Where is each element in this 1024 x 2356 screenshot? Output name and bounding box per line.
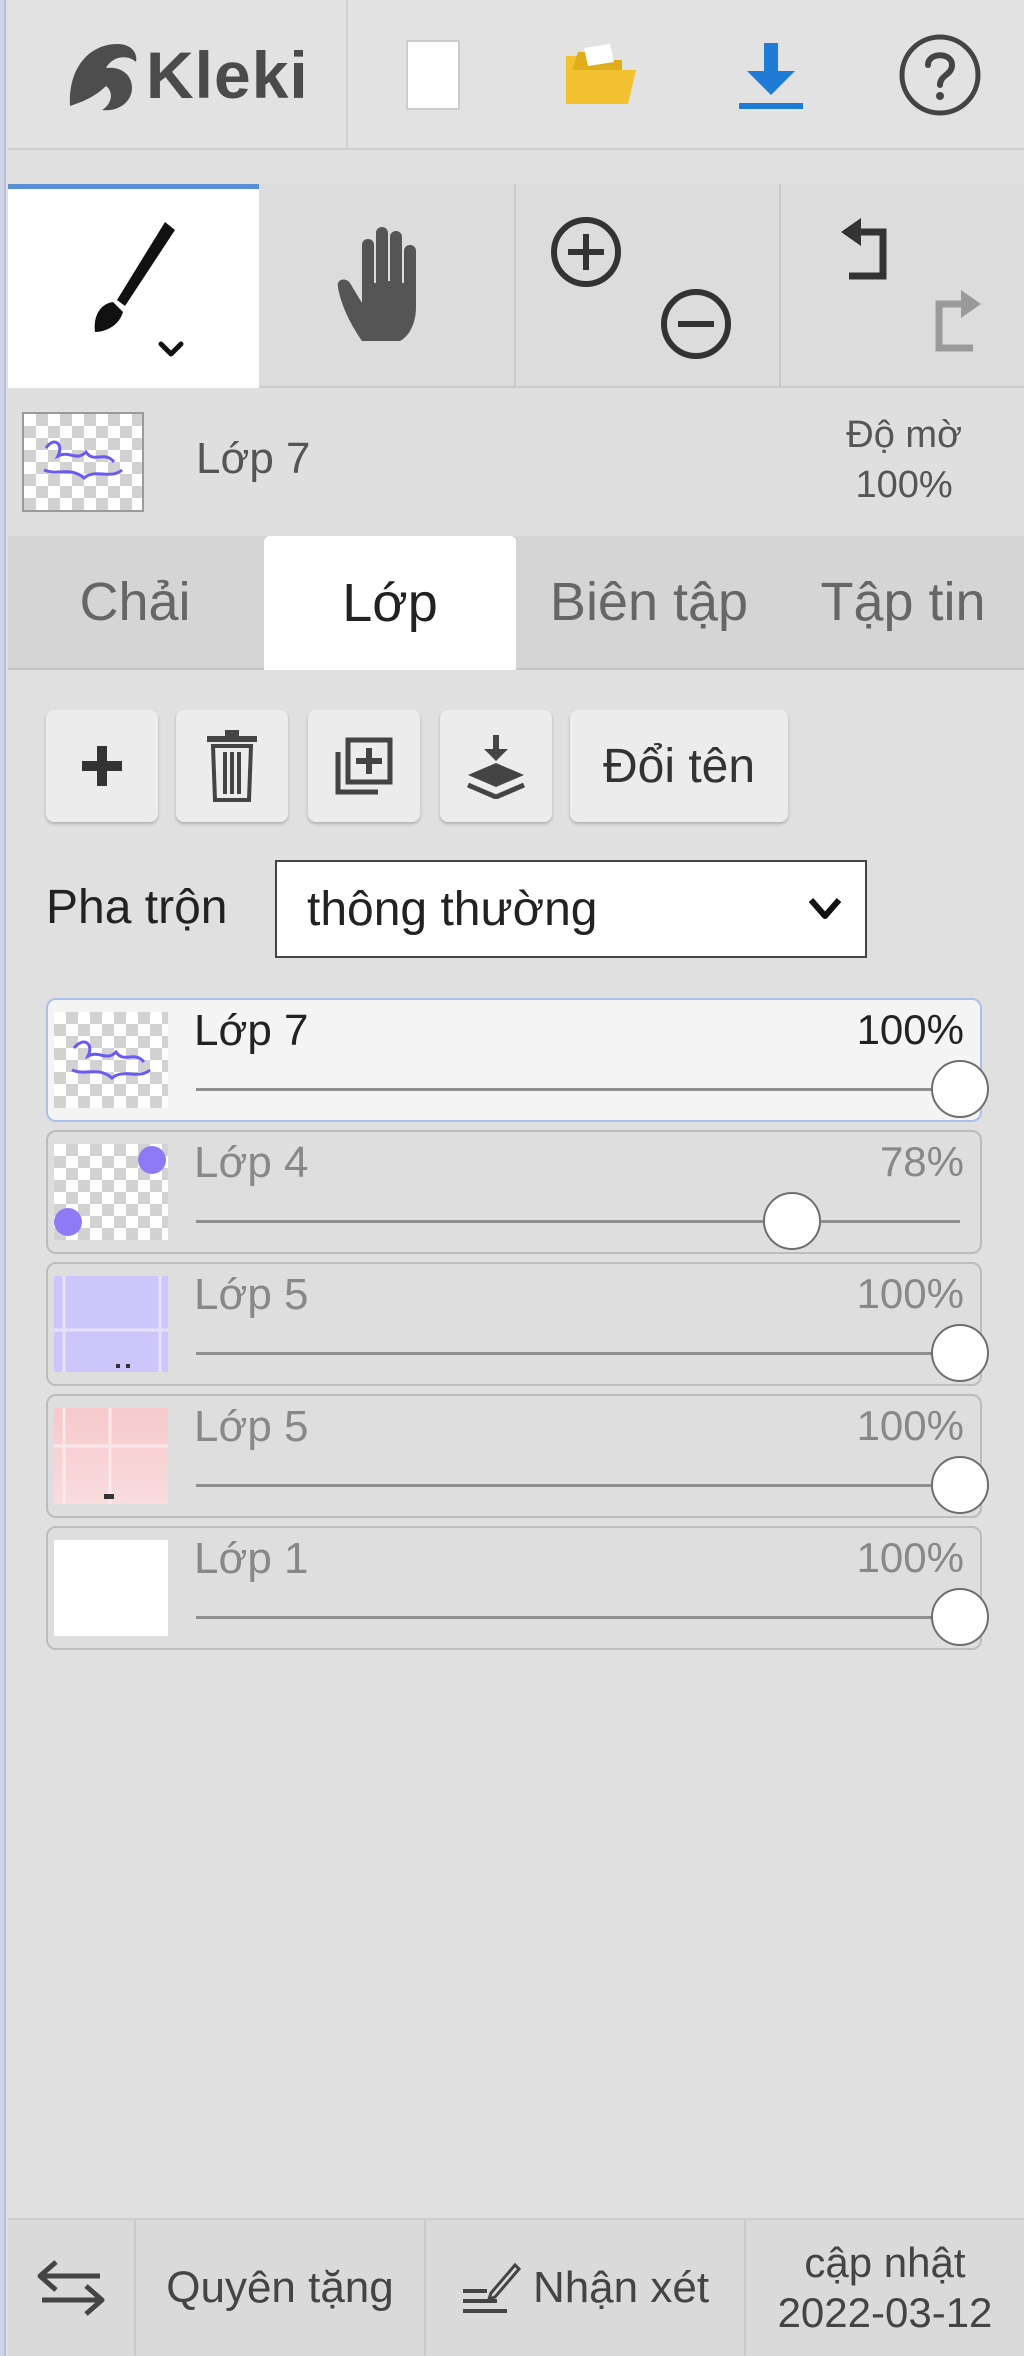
help-button[interactable] bbox=[855, 0, 1024, 150]
layer-opacity: 100% bbox=[856, 1006, 964, 1053]
layer-name: Lớp 4 bbox=[194, 1138, 309, 1187]
brush-icon bbox=[94, 221, 183, 356]
brush-tool-button[interactable] bbox=[8, 184, 259, 388]
layer-thumbnail bbox=[54, 1144, 168, 1240]
blend-label: Pha trộn bbox=[46, 881, 228, 934]
new-file-button[interactable] bbox=[348, 0, 517, 150]
layer-opacity-slider[interactable] bbox=[196, 1324, 989, 1382]
kleki-logo-icon bbox=[69, 44, 137, 111]
opacity-value: 100% bbox=[855, 464, 953, 506]
layer-opacity: 100% bbox=[856, 1534, 964, 1581]
layer-name: Lớp 1 bbox=[194, 1534, 309, 1583]
tab-layers[interactable]: Lớp bbox=[264, 536, 516, 670]
tool-row bbox=[8, 184, 1024, 388]
layer-item[interactable]: Lớp 5 100% bbox=[46, 1394, 989, 1518]
chevron-down-icon bbox=[808, 898, 842, 919]
swap-arrows-icon bbox=[37, 2260, 105, 2316]
slider-knob[interactable] bbox=[931, 1588, 989, 1646]
undo-icon[interactable] bbox=[821, 212, 901, 292]
app-name: Kleki bbox=[146, 38, 309, 112]
download-button[interactable] bbox=[686, 0, 855, 150]
duplicate-layer-button[interactable] bbox=[308, 710, 420, 822]
layer-opacity: 100% bbox=[856, 1402, 964, 1449]
zoom-in-icon[interactable] bbox=[546, 212, 626, 292]
layer-thumbnail bbox=[54, 1276, 168, 1372]
window-edge bbox=[0, 0, 6, 2356]
layer-opacity-slider[interactable] bbox=[196, 1192, 960, 1250]
feedback-pen-icon bbox=[462, 2262, 521, 2313]
current-layer-opacity: Độ mờ 100% bbox=[846, 410, 962, 510]
feedback-link[interactable]: Nhận xét bbox=[426, 2220, 746, 2356]
open-file-button[interactable] bbox=[517, 0, 686, 150]
slider-knob[interactable] bbox=[762, 1192, 821, 1250]
layer-opacity-slider[interactable] bbox=[196, 1456, 989, 1514]
layer-item[interactable]: Lớp 7 100% bbox=[46, 998, 989, 1122]
delete-layer-icon bbox=[207, 730, 257, 802]
panel-tabs: Chải Lớp Biên tập Tập tin bbox=[8, 536, 1024, 670]
update-info[interactable]: cập nhật 2022-03-12 bbox=[746, 2220, 1024, 2356]
opacity-label: Độ mờ bbox=[846, 414, 962, 456]
current-layer-preview: Lớp 7 Độ mờ 100% bbox=[8, 390, 1024, 540]
current-layer-name: Lớp 7 bbox=[196, 434, 311, 483]
layer-name: Lớp 5 bbox=[194, 1402, 309, 1451]
blend-mode-value: thông thường bbox=[307, 882, 598, 936]
hand-tool-button[interactable] bbox=[259, 184, 516, 388]
layer-opacity: 78% bbox=[879, 1138, 964, 1185]
help-icon bbox=[899, 34, 980, 116]
layer-thumbnail bbox=[54, 1012, 168, 1108]
layer-thumbnail bbox=[54, 1408, 168, 1504]
update-date: 2022-03-12 bbox=[777, 2289, 993, 2336]
current-layer-thumbnail bbox=[22, 412, 144, 512]
layer-thumbnail bbox=[54, 1540, 168, 1636]
zoom-out-icon[interactable] bbox=[656, 284, 736, 364]
add-layer-button[interactable] bbox=[46, 710, 158, 822]
layer-item[interactable]: Lớp 1 100% bbox=[46, 1526, 989, 1650]
zoom-controls bbox=[516, 184, 781, 388]
donate-link[interactable]: Quyên tặng bbox=[136, 2220, 426, 2356]
layer-opacity: 100% bbox=[856, 1270, 964, 1317]
top-bar: Kleki bbox=[8, 0, 1024, 150]
new-file-icon bbox=[405, 40, 460, 110]
layer-opacity-slider[interactable] bbox=[196, 1588, 989, 1646]
merge-down-button[interactable] bbox=[440, 710, 552, 822]
update-label: cập nhật bbox=[804, 2239, 966, 2286]
slider-knob[interactable] bbox=[931, 1456, 989, 1514]
merge-down-icon bbox=[467, 735, 525, 799]
history-controls bbox=[781, 184, 1024, 388]
feedback-label: Nhận xét bbox=[532, 2263, 710, 2312]
layer-opacity-slider[interactable] bbox=[196, 1060, 989, 1118]
rename-layer-button[interactable]: Đổi tên bbox=[570, 710, 788, 822]
redo-icon[interactable] bbox=[921, 284, 1001, 364]
add-layer-icon bbox=[82, 746, 122, 786]
open-folder-icon bbox=[565, 44, 636, 104]
duplicate-layer-icon bbox=[335, 737, 393, 795]
app-logo[interactable]: Kleki bbox=[8, 0, 348, 150]
layer-item[interactable]: Lớp 5 100% bbox=[46, 1262, 989, 1386]
hand-icon bbox=[337, 227, 416, 341]
tab-edit[interactable]: Biên tập bbox=[518, 536, 780, 668]
bottom-bar: Quyên tặng Nhận xét cập nhật 2022-03-12 bbox=[8, 2218, 1024, 2356]
blend-mode-select[interactable]: thông thường bbox=[275, 860, 867, 958]
layer-name: Lớp 7 bbox=[194, 1006, 309, 1055]
layer-item[interactable]: Lớp 4 78% bbox=[46, 1130, 982, 1254]
tab-brush[interactable]: Chải bbox=[8, 536, 262, 668]
download-icon bbox=[738, 43, 803, 109]
tab-file[interactable]: Tập tin bbox=[782, 536, 1024, 668]
layer-name: Lớp 5 bbox=[194, 1270, 309, 1319]
delete-layer-button[interactable] bbox=[176, 710, 288, 822]
swap-sides-button[interactable] bbox=[8, 2220, 136, 2356]
slider-knob[interactable] bbox=[931, 1324, 989, 1382]
slider-knob[interactable] bbox=[931, 1060, 989, 1118]
